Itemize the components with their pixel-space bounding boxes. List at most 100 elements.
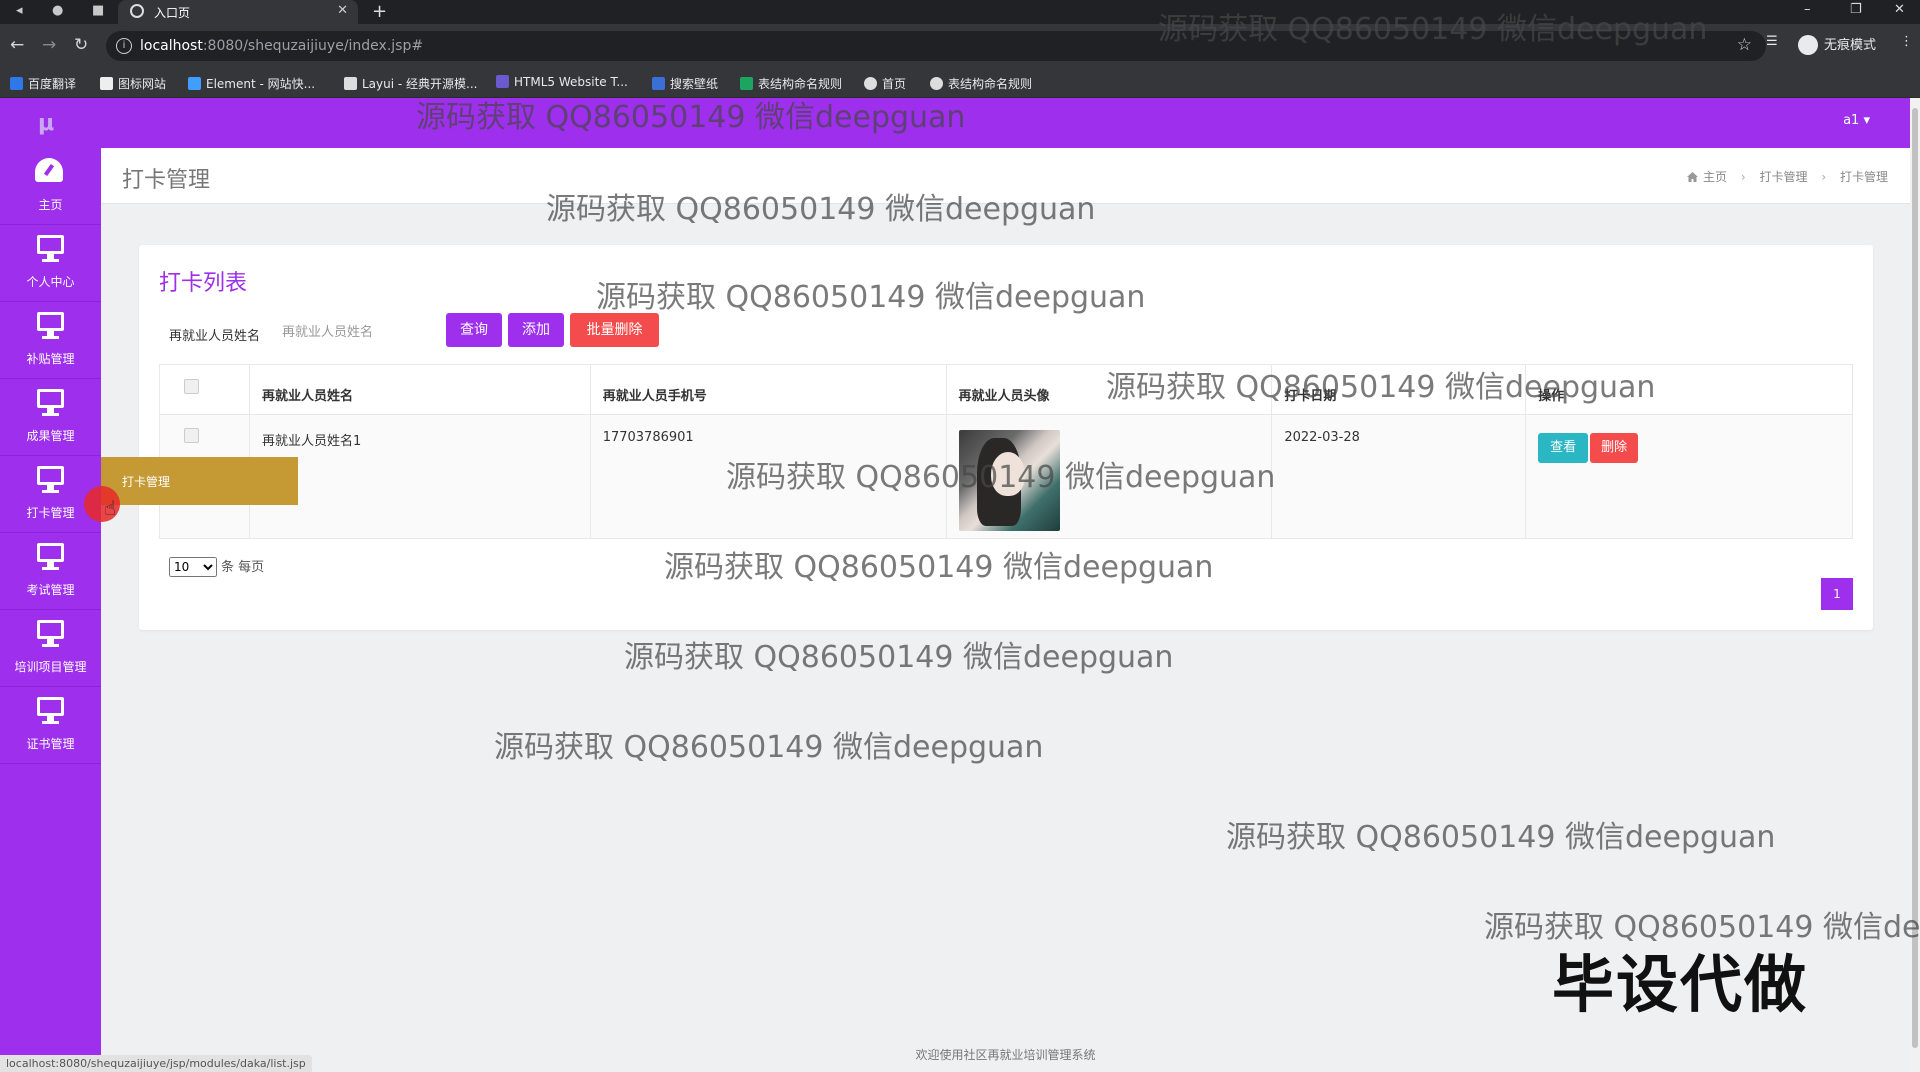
user-menu[interactable]: a1 ▾ <box>1843 113 1870 128</box>
query-button[interactable]: 查询 <box>446 313 502 347</box>
select-all-checkbox[interactable] <box>184 379 199 394</box>
scrollbar[interactable] <box>1910 98 1920 1072</box>
avatar-image <box>958 430 1060 531</box>
address-bar: ← → ↻ i localhost:8080/shequzaijiuye/ind… <box>0 24 1920 68</box>
page-size-control: 10 条 每页 <box>169 556 264 577</box>
monitor-icon <box>37 235 64 263</box>
info-icon[interactable]: i <box>116 38 132 54</box>
row-checkbox[interactable] <box>184 428 199 443</box>
sidebar-item-label: 考试管理 <box>26 583 75 597</box>
app-logo: μ <box>38 111 55 136</box>
bookmark-item[interactable]: 表结构命名规则 <box>930 75 1032 92</box>
sidebar-item-label: 成果管理 <box>26 429 75 443</box>
page-number-button[interactable]: 1 <box>1821 578 1853 610</box>
sidebar-item-profile[interactable]: 个人中心 <box>0 225 101 302</box>
star-icon[interactable]: ☆ <box>1737 35 1752 55</box>
sidebar-item-home[interactable]: 主页 <box>0 148 101 225</box>
bookmark-item[interactable]: 搜索壁纸 <box>652 75 718 92</box>
monitor-icon <box>37 620 64 648</box>
avatar-cell <box>945 414 1273 539</box>
page-header: 打卡管理 主页 › 打卡管理 › 打卡管理 <box>101 148 1910 204</box>
name-cell: 再就业人员姓名1 <box>248 414 591 539</box>
sidebar-item-exams[interactable]: 考试管理 <box>0 533 101 610</box>
bookmark-item[interactable]: 图标网站 <box>100 75 166 92</box>
breadcrumb-item[interactable]: 打卡管理 <box>1760 170 1808 184</box>
card-title: 打卡列表 <box>159 271 248 296</box>
sidebar-item-achievements[interactable]: 成果管理 <box>0 379 101 456</box>
sidebar-item-training[interactable]: 培训项目管理 <box>0 610 101 687</box>
footer: 欢迎使用社区再就业培训管理系统 <box>915 1048 1096 1062</box>
url-text: localhost:8080/shequzaijiuye/index.jsp# <box>140 38 424 54</box>
forward-icon[interactable]: → <box>42 35 56 55</box>
search-label: 再就业人员姓名 <box>169 329 261 344</box>
search-input[interactable] <box>282 316 442 349</box>
scrollbar-thumb[interactable] <box>1912 108 1918 1048</box>
back-small-icon[interactable]: ◂ <box>16 3 23 18</box>
bookmark-item[interactable]: Element - 网站快... <box>188 75 315 92</box>
sidebar-item-label: 主页 <box>38 198 63 212</box>
browser-titlebar: ◂ ● ■ 入口页 ✕ + – ❐ ✕ <box>0 0 1920 24</box>
incognito-label[interactable]: 无痕模式 <box>1824 34 1876 53</box>
sidebar-item-label: 个人中心 <box>26 275 75 289</box>
menu-icon[interactable]: ⋮ <box>1900 34 1913 49</box>
maximize-icon[interactable]: ❐ <box>1850 2 1862 17</box>
actions-cell: 查看 删除 <box>1525 414 1853 539</box>
monitor-icon <box>37 543 64 571</box>
data-table: 再就业人员姓名 再就业人员手机号 再就业人员头像 打卡日期 操作 再就业人员姓名… <box>159 364 1853 539</box>
back-icon[interactable]: ← <box>10 35 24 55</box>
sidebar-tooltip: 打卡管理 <box>101 457 298 505</box>
column-header: 再就业人员手机号 <box>589 364 947 415</box>
column-header: 操作 <box>1525 364 1853 415</box>
delete-button[interactable]: 删除 <box>1590 433 1639 463</box>
sidebar-item-certificates[interactable]: 证书管理 <box>0 687 101 764</box>
table-row: 再就业人员姓名1 17703786901 2022-03-28 查看 删除 <box>159 414 1853 539</box>
url-field[interactable]: i localhost:8080/shequzaijiuye/index.jsp… <box>106 31 1766 61</box>
breadcrumb-separator: › <box>1821 170 1827 184</box>
bookmark-item[interactable]: 表结构命名规则 <box>740 75 842 92</box>
page-size-select[interactable]: 10 <box>169 557 217 577</box>
per-page-label: 条 每页 <box>221 560 265 575</box>
status-url: localhost:8080/shequzaijiuye/jsp/modules… <box>0 1055 312 1072</box>
sidebar-item-subsidy[interactable]: 补贴管理 <box>0 302 101 379</box>
globe-icon <box>130 4 144 18</box>
promo-stamp: 毕设代做 <box>1552 948 1809 1021</box>
add-button[interactable]: 添加 <box>508 313 564 347</box>
phone-cell: 17703786901 <box>589 414 947 539</box>
reading-list-icon[interactable]: ☰ <box>1766 34 1778 49</box>
sidebar: 主页 个人中心 补贴管理 成果管理 打卡管理 考试管理 培训项目管理 证书管理 <box>0 148 101 1072</box>
monitor-icon <box>37 389 64 417</box>
table-header-row: 再就业人员姓名 再就业人员手机号 再就业人员头像 打卡日期 操作 <box>159 364 1853 415</box>
select-all-cell <box>159 364 250 415</box>
list-card: 打卡列表 再就业人员姓名 查询 添加 批量删除 再就业人员姓名 再就业人员手机号… <box>139 245 1873 630</box>
incognito-icon <box>1798 35 1818 55</box>
batch-delete-button[interactable]: 批量删除 <box>570 313 659 347</box>
new-tab-button[interactable]: + <box>372 1 387 22</box>
reload-icon[interactable]: ↻ <box>74 35 88 55</box>
bookmark-item[interactable]: 百度翻译 <box>10 75 76 92</box>
column-header: 再就业人员头像 <box>945 364 1273 415</box>
minimize-icon[interactable]: – <box>1804 2 1811 17</box>
dashboard-icon <box>35 158 63 182</box>
column-header: 打卡日期 <box>1271 364 1527 415</box>
close-tab-icon[interactable]: ✕ <box>337 3 348 18</box>
bookmark-item[interactable]: Layui - 经典开源模... <box>344 75 477 92</box>
app-header: μ a1 ▾ <box>0 98 1910 148</box>
bookmark-item[interactable]: 首页 <box>864 75 906 92</box>
page-title: 打卡管理 <box>122 168 211 193</box>
monitor-icon <box>37 697 64 725</box>
date-cell: 2022-03-28 <box>1271 414 1527 539</box>
sidebar-item-label: 证书管理 <box>26 737 75 751</box>
home-icon <box>1687 172 1699 182</box>
close-window-icon[interactable]: ✕ <box>1894 2 1905 17</box>
view-button[interactable]: 查看 <box>1538 433 1589 463</box>
sidebar-item-label: 补贴管理 <box>26 352 75 366</box>
breadcrumb: 主页 › 打卡管理 › 打卡管理 <box>1687 168 1888 185</box>
bookmarks-bar: 百度翻译 图标网站 Element - 网站快... Layui - 经典开源模… <box>0 68 1920 98</box>
browser-tab[interactable]: 入口页 ✕ <box>118 0 358 24</box>
breadcrumb-home[interactable]: 主页 <box>1703 170 1727 184</box>
breadcrumb-separator: › <box>1740 170 1746 184</box>
sidebar-item-label: 培训项目管理 <box>14 660 87 674</box>
monitor-icon <box>37 466 64 494</box>
chrome-icon: ● <box>52 3 64 18</box>
bookmark-item[interactable]: HTML5 Website T... <box>496 75 628 89</box>
